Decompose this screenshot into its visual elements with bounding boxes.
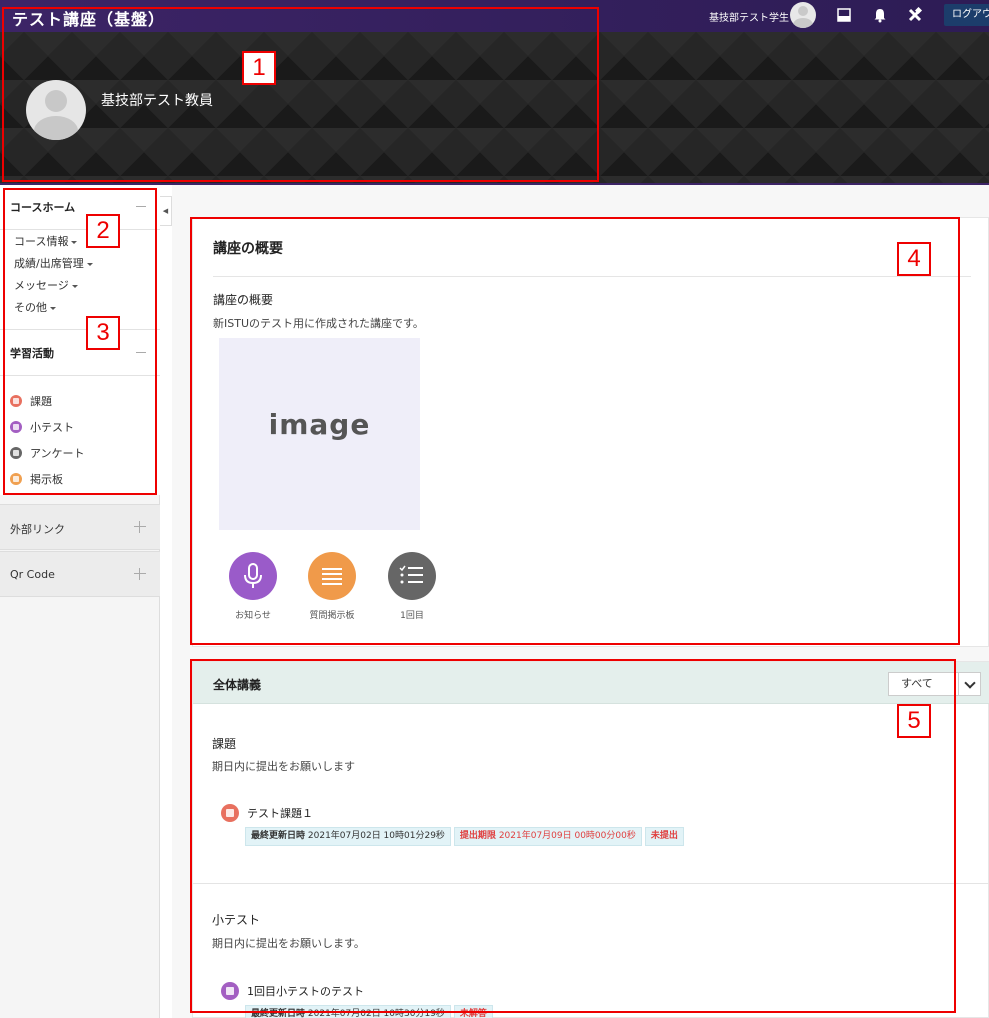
user-avatar[interactable] — [790, 2, 816, 28]
quiz-icon — [221, 982, 239, 1000]
course-home-title[interactable]: コースホーム — [10, 199, 75, 215]
last-updated-badge: 最終更新日時 2021年07月02日 10時01分29秒 — [245, 827, 451, 846]
menu-item-other[interactable]: その他 — [14, 299, 56, 315]
tools-icon[interactable] — [907, 7, 923, 23]
sidebar-qr-code-block[interactable]: Qr Code — [0, 551, 160, 597]
main-content: 講座の概要 講座の概要 新ISTUのテスト用に作成された講座です。 image … — [172, 185, 989, 1018]
last-updated-badge: 最終更新日時 2021年07月02日 10時30分19秒 — [245, 1005, 451, 1018]
activity-link-forum[interactable]: 掲示板 — [10, 471, 63, 487]
activity-badges: 最終更新日時 2021年07月02日 10時01分29秒 提出期限 2021年0… — [245, 827, 687, 846]
course-summary-card: 講座の概要 講座の概要 新ISTUのテスト用に作成された講座です。 image … — [192, 217, 989, 647]
activity-link-survey[interactable]: アンケート — [10, 445, 85, 461]
summary-subtitle: 講座の概要 — [213, 293, 274, 307]
summary-description: 新ISTUのテスト用に作成された講座です。 — [213, 317, 424, 330]
caret-down-icon — [50, 306, 56, 310]
activity-name[interactable]: 1回目小テストのテスト — [247, 983, 364, 999]
course-image: image — [219, 338, 420, 530]
activity-name[interactable]: テスト課題１ — [247, 805, 313, 821]
activity-link-assignment[interactable]: 課題 — [10, 393, 52, 409]
expand-plus-icon[interactable] — [134, 568, 146, 580]
section-title-quiz: 小テスト — [212, 913, 261, 927]
announcements-label: お知らせ — [235, 611, 271, 621]
logout-button[interactable]: ログアウ — [944, 4, 989, 26]
message-drawer-icon[interactable] — [836, 7, 852, 23]
section-description: 期日内に提出をお願いします。 — [212, 937, 365, 950]
teacher-avatar[interactable] — [26, 80, 86, 140]
expand-plus-icon[interactable] — [134, 521, 146, 533]
activity-item-assignment[interactable]: テスト課題１ — [221, 804, 313, 822]
chevron-down-icon — [958, 673, 980, 695]
activity-link-quiz[interactable]: 小テスト — [10, 419, 74, 435]
question-forum-label: 質問掲示板 — [309, 611, 355, 621]
sidebar-collapse-toggle[interactable]: ◀ — [160, 196, 172, 226]
divider — [0, 375, 160, 376]
annotation-label-2: 2 — [86, 214, 120, 248]
sidebar-course-home-block: コースホーム コース情報 成績/出席管理 メッセージ その他 学習活動 課題 小… — [0, 185, 160, 495]
divider — [0, 229, 160, 230]
status-badge: 未解答 — [453, 1005, 493, 1018]
bell-icon[interactable] — [872, 7, 888, 23]
activity-item-quiz[interactable]: 1回目小テストのテスト — [221, 982, 364, 1000]
quiz-icon — [10, 421, 22, 433]
annotation-label-3: 3 — [86, 316, 120, 350]
question-forum-button[interactable] — [308, 552, 356, 600]
course-header-banner: 基技部テスト教員 — [0, 32, 989, 184]
menu-item-messages[interactable]: メッセージ — [14, 277, 78, 293]
status-badge: 未提出 — [644, 827, 684, 846]
activities-title[interactable]: 学習活動 — [10, 345, 54, 361]
activity-badges: 最終更新日時 2021年07月02日 10時30分19秒 未解答 — [245, 1005, 496, 1018]
checklist-icon — [399, 565, 423, 584]
menu-item-course-info[interactable]: コース情報 — [14, 233, 78, 249]
divider — [0, 329, 160, 330]
divider — [213, 276, 971, 277]
section-description: 期日内に提出をお願いします — [212, 760, 355, 773]
sidebar: コースホーム コース情報 成績/出席管理 メッセージ その他 学習活動 課題 小… — [0, 185, 160, 1018]
annotation-label-1: 1 — [242, 51, 276, 85]
course-title[interactable]: テスト講座（基盤） — [12, 6, 165, 30]
deadline-badge: 提出期限 2021年07月09日 00時00分00秒 — [453, 827, 642, 846]
collapse-activities-icon[interactable] — [136, 352, 146, 353]
divider — [193, 883, 989, 884]
assignment-icon — [10, 395, 22, 407]
filter-select[interactable]: すべて — [888, 672, 981, 696]
collapse-course-home-icon[interactable] — [136, 206, 146, 207]
all-lectures-header: 全体講義 すべて — [193, 662, 989, 704]
announcements-button[interactable] — [229, 552, 277, 600]
survey-icon — [10, 447, 22, 459]
first-session-button[interactable] — [388, 552, 436, 600]
annotation-label-5: 5 — [897, 704, 931, 738]
user-name[interactable]: 基技部テスト学生 — [709, 9, 789, 24]
list-icon — [322, 568, 342, 585]
all-lectures-card: 全体講義 すべて 課題 期日内に提出をお願いします テスト課題１ 最終更新日時 … — [192, 661, 989, 1018]
caret-down-icon — [71, 284, 78, 288]
forum-icon — [10, 473, 22, 485]
external-links-title: 外部リンク — [10, 523, 65, 536]
assignment-icon — [221, 804, 239, 822]
section-title-assignment: 課題 — [212, 737, 237, 751]
menu-item-grades[interactable]: 成績/出席管理 — [14, 255, 93, 271]
microphone-icon — [244, 563, 262, 588]
summary-title: 講座の概要 — [213, 241, 283, 257]
teacher-name[interactable]: 基技部テスト教員 — [101, 90, 213, 110]
qr-code-title: Qr Code — [10, 568, 55, 581]
annotation-label-4: 4 — [897, 242, 931, 276]
top-navbar: テスト講座（基盤） 基技部テスト学生 ログアウ — [0, 0, 989, 32]
caret-down-icon — [86, 262, 93, 266]
caret-down-icon — [71, 240, 78, 244]
sidebar-external-links-block[interactable]: 外部リンク — [0, 504, 160, 550]
first-session-label: 1回目 — [400, 611, 424, 621]
all-lectures-title: 全体講義 — [213, 678, 262, 692]
